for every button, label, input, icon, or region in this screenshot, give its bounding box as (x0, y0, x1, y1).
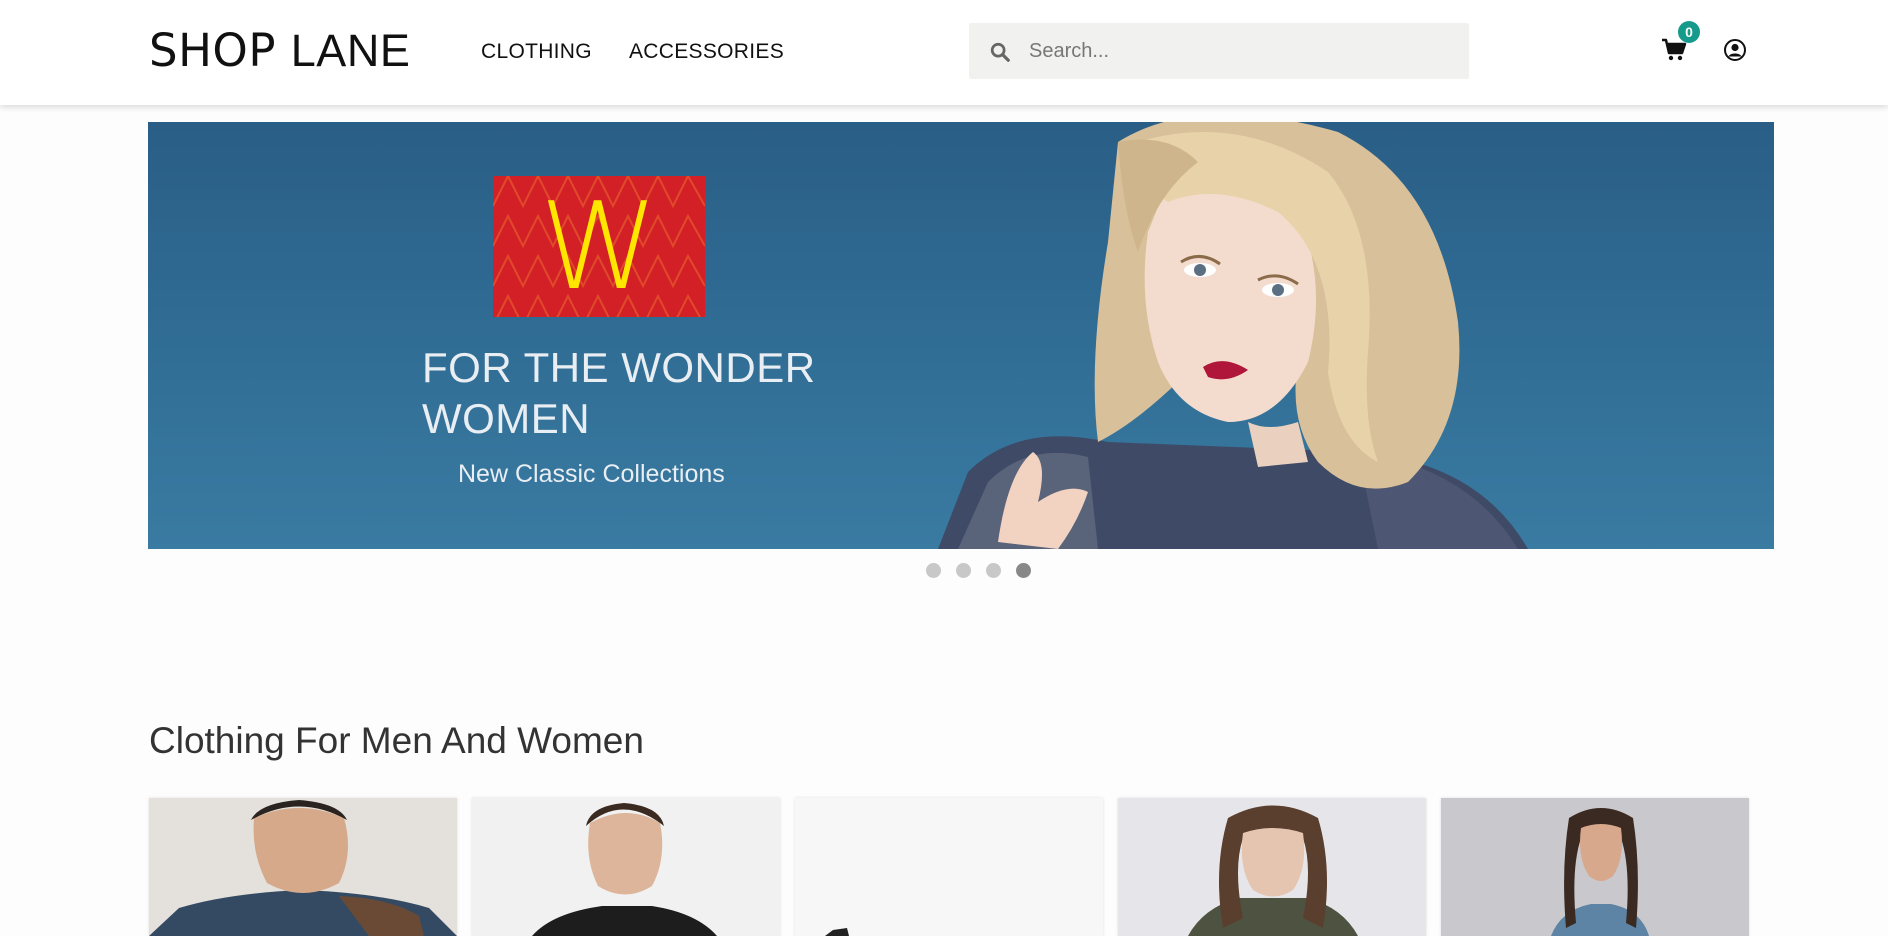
brand-logo-letter: W (539, 178, 659, 317)
search-box[interactable] (969, 23, 1469, 79)
product-image (1551, 808, 1649, 936)
carousel-dot-2[interactable] (956, 563, 971, 578)
nav-accessories[interactable]: ACCESSORIES (629, 40, 784, 64)
section-title: Clothing For Men And Women (149, 720, 644, 761)
product-image (532, 803, 717, 936)
product-card[interactable] (1118, 798, 1426, 936)
banner-subline: New Classic Collections (458, 460, 725, 488)
product-image (149, 800, 457, 936)
site-logo[interactable]: SHOP LANE (149, 24, 410, 77)
carousel-dot-4[interactable] (1016, 563, 1031, 578)
carousel-dot-3[interactable] (986, 563, 1001, 578)
product-image (825, 928, 849, 936)
search-icon (990, 42, 1010, 62)
product-card[interactable] (795, 798, 1103, 936)
site-header: SHOP LANE CLOTHING ACCESSORIES 0 (0, 0, 1888, 105)
user-account-icon[interactable] (1723, 38, 1747, 62)
product-card[interactable] (472, 798, 780, 936)
carousel-dot-1[interactable] (926, 563, 941, 578)
nav-clothing[interactable]: CLOTHING (481, 40, 592, 64)
logo-shop: SHOP (149, 24, 276, 77)
product-card[interactable] (149, 798, 457, 936)
product-image (1188, 805, 1358, 936)
model-photo (938, 122, 1528, 549)
cart-count-badge: 0 (1678, 21, 1700, 43)
product-card[interactable] (1441, 798, 1749, 936)
hero-banner[interactable]: W FOR THE WONDER WOMEN New Classic Colle… (148, 122, 1774, 549)
search-input[interactable] (1029, 31, 1449, 71)
logo-lane: LANE (290, 25, 411, 76)
brand-logo: W (493, 176, 705, 317)
banner-headline: FOR THE WONDER WOMEN (422, 344, 816, 442)
